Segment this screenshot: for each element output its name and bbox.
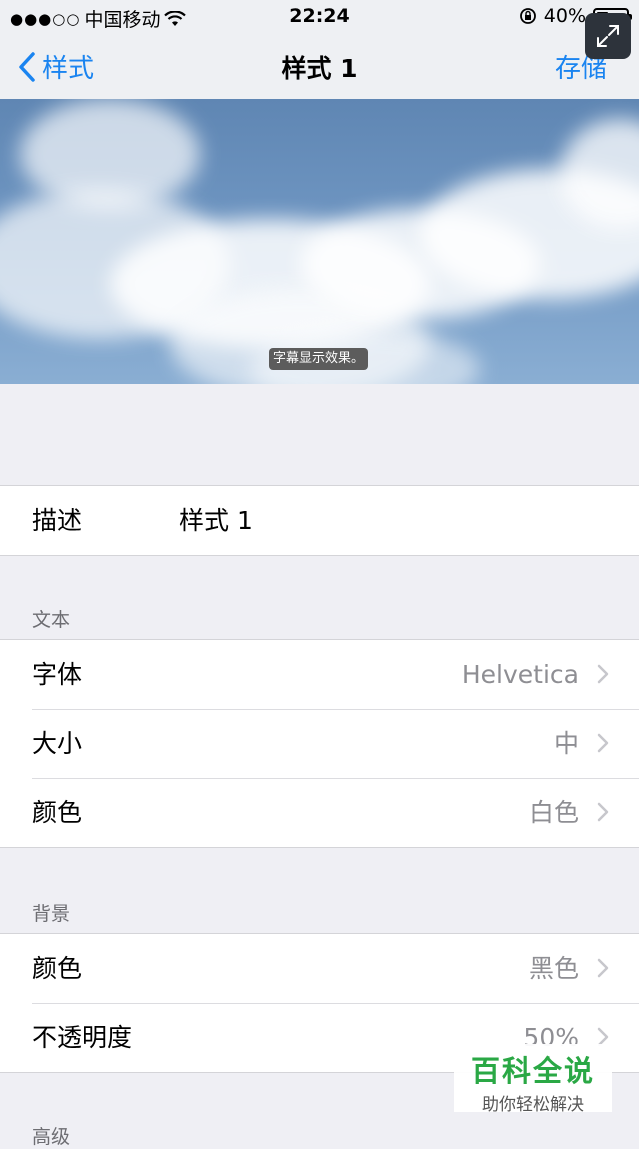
status-bar: ●●●○○ 中国移动 22:24 40% (0, 0, 639, 34)
chevron-right-icon (597, 802, 609, 822)
battery-percent: 40% (543, 5, 586, 27)
chevron-right-icon (597, 664, 609, 684)
expand-icon (597, 25, 619, 47)
size-label: 大小 (32, 729, 83, 758)
watermark-logo: 百科全说 助你轻松解决 (454, 1044, 612, 1115)
opacity-label: 不透明度 (32, 1023, 133, 1052)
font-label: 字体 (32, 660, 83, 689)
subtitle-preview-image (0, 99, 639, 384)
font-value: Helvetica (461, 660, 579, 689)
font-row[interactable]: 字体 Helvetica (0, 640, 639, 709)
watermark-subtitle: 助你轻松解决 (482, 1095, 584, 1115)
navigation-bar: ●●●○○ 中国移动 22:24 40% 样式 样式 1 存储 (0, 0, 639, 100)
description-group: 描述 样式 1 (0, 485, 639, 556)
background-color-row[interactable]: 颜色 黑色 (0, 934, 639, 1003)
section-header-background: 背景 (32, 903, 71, 925)
rotation-lock-icon (519, 8, 536, 24)
subtitle-sample-caption: 字幕显示效果。 (269, 348, 369, 370)
section-header-text: 文本 (32, 609, 71, 631)
chevron-right-icon (597, 733, 609, 753)
text-color-value: 白色 (528, 798, 579, 827)
fullscreen-button[interactable] (585, 13, 631, 59)
size-row[interactable]: 大小 中 (0, 709, 639, 778)
page-title: 样式 1 (281, 54, 358, 83)
description-value[interactable]: 样式 1 (179, 486, 253, 555)
size-value: 中 (553, 729, 579, 758)
text-color-row[interactable]: 颜色 白色 (0, 778, 639, 847)
description-row[interactable]: 描述 样式 1 (0, 486, 639, 555)
description-label: 描述 (32, 506, 83, 535)
text-color-label: 颜色 (32, 798, 83, 827)
background-color-value: 黑色 (528, 954, 579, 983)
text-settings-group: 字体 Helvetica 大小 中 颜色 白色 (0, 639, 639, 848)
watermark-title: 百科全说 (470, 1054, 595, 1088)
background-color-label: 颜色 (32, 954, 83, 983)
chevron-right-icon (597, 958, 609, 978)
